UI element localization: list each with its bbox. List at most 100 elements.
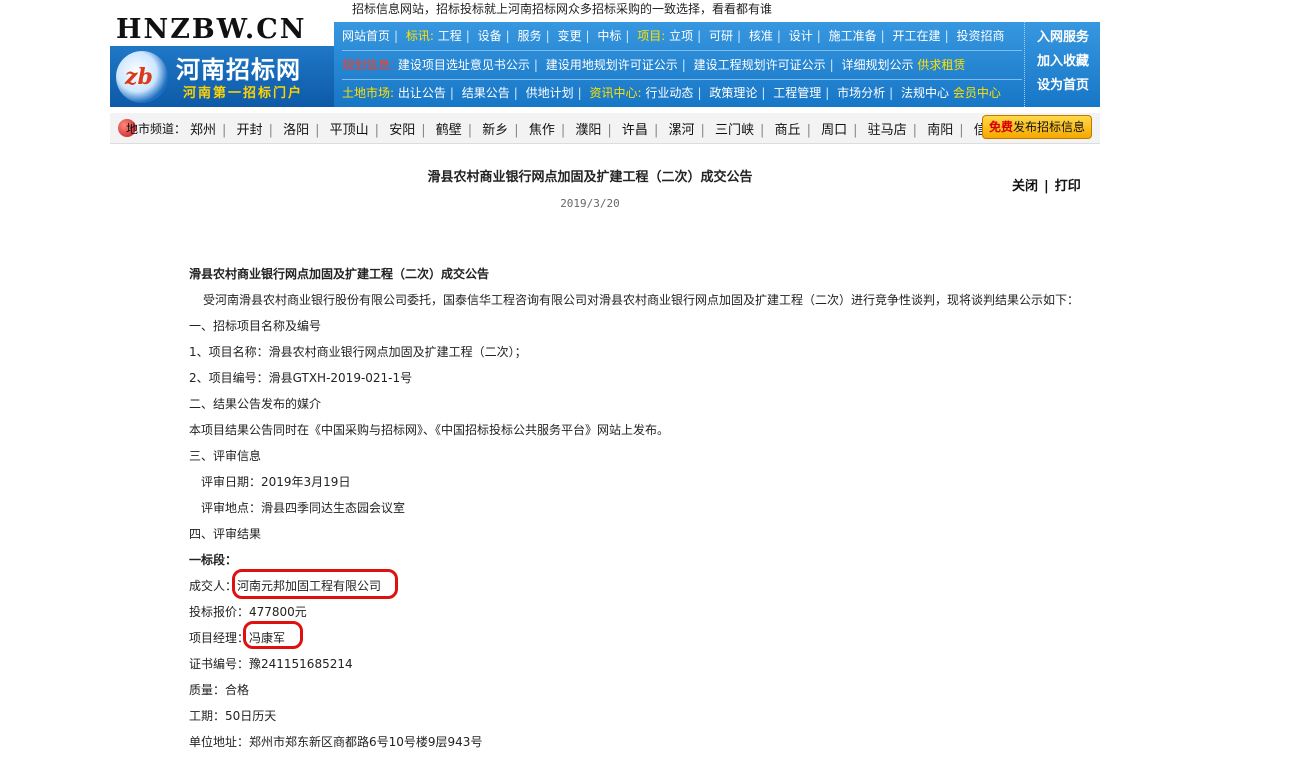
nav-construction-permit[interactable]: 建设工程规划许可证公示	[694, 58, 826, 72]
section-heading: 一、招标项目名称及编号	[189, 319, 322, 333]
ticker-text-2[interactable]: 众多招标采购的一致选择，看看都有谁	[568, 2, 772, 16]
article-tools: 关闭 | 打印	[1012, 179, 1081, 194]
article-title: 滑县农村商业银行网点加固及扩建工程（二次）成交公告	[427, 170, 753, 185]
city-link[interactable]: 安阳	[389, 123, 415, 138]
body-line: 本项目结果公告同时在《中国采购与招标网》、《中国招标投标公共服务平台》网站上发布…	[189, 423, 670, 437]
add-favorite-link[interactable]: 加入收藏	[1037, 50, 1089, 69]
body-line: 评审日期：2019年3月19日	[201, 475, 351, 489]
city-link[interactable]: 洛阳	[283, 123, 309, 138]
logo-mark-icon: zb	[116, 51, 168, 103]
nav-service[interactable]: 服务	[518, 29, 542, 43]
section-heading: 四、评审结果	[189, 527, 262, 541]
city-list: 郑州 | 开封 | 洛阳 | 平顶山 | 安阳 | 鹤壁 | 新乡 | 焦作 | 濮阳 | 许昌 |…	[190, 119, 1046, 138]
manager-highlight-circle	[243, 621, 303, 649]
nav-label-planning: 规划信息:	[342, 58, 395, 72]
nav-transfer-notice[interactable]: 出让公告	[398, 86, 446, 100]
nav-feasibility[interactable]: 可研	[709, 29, 733, 43]
set-homepage-link[interactable]: 设为首页	[1037, 74, 1089, 93]
nav-approval[interactable]: 立项	[669, 29, 693, 43]
city-link[interactable]: 南阳	[927, 123, 953, 138]
article-body: 滑县农村商业银行网点加固及扩建工程（二次）成交公告 受河南滑县农村商业银行股份有…	[189, 266, 1089, 760]
bid-price-line: 投标报价：477800元	[189, 605, 307, 619]
site-header: HNZBW.CN zb 河南招标网 河南第一招标门户 网站首页 | 标讯: 工程 |…	[110, 14, 1100, 107]
logo-domain: HNZBW.CN	[116, 14, 307, 45]
city-link[interactable]: 郑州	[190, 123, 216, 138]
city-link[interactable]: 焦作	[529, 123, 555, 138]
address-line: 单位地址：郑州市郑东新区商都路6号10号楼9层943号	[189, 735, 483, 749]
logo-mark-text: zb	[125, 64, 153, 90]
body-line: 2、项目编号：滑县GTXH-2019-021-1号	[189, 371, 413, 385]
nav-project-management[interactable]: 工程管理	[773, 86, 821, 100]
nav-label-biaoxun: 标讯:	[405, 29, 434, 43]
city-channel-bar: 地市频道： 郑州 | 开封 | 洛阳 | 平顶山 | 安阳 | 鹤壁 | 新乡 | 焦作 | 濮…	[110, 113, 1100, 144]
nav-row-3: 土地市场: 出让公告 | 结果公告 | 供地计划 | 资讯中心: 行业动态 | 政策理论…	[342, 86, 1001, 100]
article-date: 2019/3/20	[560, 197, 620, 210]
ticker-text-1[interactable]: 招标信息网站，招标投标就上河南招标网	[352, 2, 568, 16]
city-link[interactable]: 许昌	[622, 123, 648, 138]
body-paragraph: 受河南滑县农村商业银行股份有限公司委托，国泰信华工程咨询有限公司对滑县农村商业银…	[203, 293, 1080, 307]
city-link[interactable]: 开封	[237, 123, 263, 138]
city-link[interactable]: 漯河	[668, 123, 694, 138]
nav-result-notice[interactable]: 结果公告	[462, 86, 510, 100]
close-link[interactable]: 关闭	[1012, 179, 1038, 194]
city-link[interactable]: 新乡	[482, 123, 508, 138]
nav-home[interactable]: 网站首页	[342, 29, 390, 43]
city-link[interactable]: 鹤壁	[436, 123, 462, 138]
body-line: 1、项目名称：滑县农村商业银行网点加固及扩建工程（二次）；	[189, 345, 527, 359]
winner-highlight-circle	[232, 569, 398, 599]
body-heading: 滑县农村商业银行网点加固及扩建工程（二次）成交公告	[189, 267, 490, 281]
duration-line: 工期：50日历天	[189, 709, 277, 723]
nav-detailed-planning[interactable]: 详细规划公示	[842, 58, 914, 72]
nav-label-project: 项目:	[637, 29, 666, 43]
publish-tender-button[interactable]: 免费发布招标信息	[982, 115, 1092, 139]
body-line: 评审地点：滑县四季同达生态园会议室	[201, 501, 406, 515]
nav-land-plan[interactable]: 供地计划	[526, 86, 574, 100]
city-link[interactable]: 周口	[821, 123, 847, 138]
nav-row-1: 网站首页 | 标讯: 工程 | 设备 | 服务 | 变更 | 中标 | 项目: 立项 | 可研…	[342, 29, 1005, 43]
print-link[interactable]: 打印	[1055, 179, 1081, 194]
quality-line: 质量：合格	[189, 683, 250, 697]
nav-change[interactable]: 变更	[557, 29, 581, 43]
project-manager-line: 项目经理：冯康军	[189, 631, 286, 645]
city-link[interactable]: 商丘	[775, 123, 801, 138]
section-heading: 二、结果公告发布的媒介	[189, 397, 322, 411]
logo-slogan: 河南第一招标门户	[183, 86, 304, 101]
city-channel-label: 地市频道：	[126, 122, 187, 136]
nav-regulations[interactable]: 法规中心	[901, 86, 949, 100]
nav-divider	[342, 50, 1022, 51]
nav-policy[interactable]: 政策理论	[709, 86, 757, 100]
site-logo[interactable]: HNZBW.CN zb 河南招标网 河南第一招标门户	[110, 14, 334, 107]
join-service-link[interactable]: 入网服务	[1037, 26, 1089, 45]
nav-rental[interactable]: 供求租赁	[917, 58, 965, 72]
nav-award[interactable]: 中标	[597, 29, 621, 43]
nav-construction-prep[interactable]: 施工准备	[829, 29, 877, 43]
logo-banner: zb 河南招标网 河南第一招标门户	[110, 46, 334, 107]
nav-equipment[interactable]: 设备	[478, 29, 502, 43]
nav-quick-links: 入网服务 加入收藏 设为首页	[1024, 22, 1101, 107]
section-heading: 三、评审信息	[189, 449, 262, 463]
nav-label-news: 资讯中心:	[589, 86, 642, 100]
city-link[interactable]: 三门峡	[715, 123, 754, 138]
nav-engineering[interactable]: 工程	[438, 29, 462, 43]
nav-investment[interactable]: 投资招商	[956, 29, 1004, 43]
city-link[interactable]: 濮阳	[575, 123, 601, 138]
news-ticker[interactable]: 招标信息网站，招标投标就上河南招标网众多招标采购的一致选择，看看都有谁	[352, 0, 772, 16]
nav-industry-news[interactable]: 行业动态	[645, 86, 693, 100]
city-link[interactable]: 平顶山	[330, 123, 369, 138]
certificate-line: 证书编号：豫241151685214	[189, 657, 353, 671]
nav-divider	[342, 79, 1022, 80]
nav-verification[interactable]: 核准	[749, 29, 773, 43]
nav-under-construction[interactable]: 开工在建	[893, 29, 941, 43]
nav-design[interactable]: 设计	[789, 29, 813, 43]
publish-tender-label: 发布招标信息	[1013, 120, 1086, 134]
nav-label-land: 土地市场:	[342, 86, 395, 100]
nav-member-center[interactable]: 会员中心	[953, 86, 1001, 100]
main-nav: 网站首页 | 标讯: 工程 | 设备 | 服务 | 变更 | 中标 | 项目: 立项 | 可研…	[334, 22, 1100, 107]
logo-name: 河南招标网	[176, 56, 301, 84]
nav-market-analysis[interactable]: 市场分析	[837, 86, 885, 100]
nav-land-permit[interactable]: 建设用地规划许可证公示	[546, 58, 678, 72]
nav-site-selection[interactable]: 建设项目选址意见书公示	[398, 58, 530, 72]
city-link[interactable]: 驻马店	[868, 123, 907, 138]
nav-row-2: 规划信息: 建设项目选址意见书公示 | 建设用地规划许可证公示 | 建设工程规划许可…	[342, 58, 966, 72]
free-badge: 免费	[988, 120, 1013, 134]
